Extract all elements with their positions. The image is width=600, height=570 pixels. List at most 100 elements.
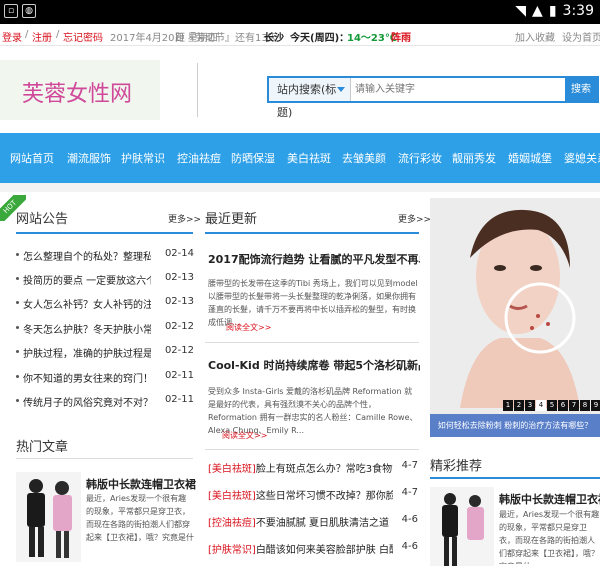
- nav-item-fashion[interactable]: 潮流服饰: [67, 150, 111, 166]
- weather-temp: 14～23℃: [347, 33, 397, 44]
- slider-image: [430, 198, 600, 414]
- read-more-link[interactable]: 阅读全文>>: [222, 430, 267, 441]
- slider-dot[interactable]: 9: [591, 400, 600, 411]
- list-item[interactable]: 女人怎么补钙？女人补钙的注意事 02-13: [16, 294, 194, 312]
- announcements-more-link[interactable]: 更多>>: [168, 212, 201, 225]
- status-bar: ▫ ◍ ◥ ▲ ▮ 3:39: [0, 0, 600, 24]
- news-row[interactable]: [控油祛痘]不要油腻腻 夏日肌肤清洁之道 4-6: [208, 512, 418, 530]
- list-item-date: 02-13: [164, 272, 194, 283]
- article-title[interactable]: Cool-Kid 时尚持续席卷 带起5个洛杉矶新品牌: [208, 357, 420, 373]
- news-category[interactable]: [美白祛斑]: [208, 491, 256, 502]
- search-box: 站内搜索(标题) 搜索: [267, 76, 599, 119]
- list-item[interactable]: 传统月子的风俗究竟对不对？准确 02-11: [16, 392, 194, 410]
- signal-icon: ▲: [532, 3, 543, 19]
- nav-item-family[interactable]: 婆媳关系: [564, 150, 600, 166]
- news-date: 4-7: [401, 487, 418, 498]
- weather-desc: 阵雨: [391, 33, 411, 44]
- main-nav: 网站首页 潮流服饰 护肤常识 控油祛痘 防晒保湿 美白祛斑 去皱美颜 流行彩妆 …: [0, 133, 600, 183]
- search-scope-select[interactable]: 站内搜索(标题): [269, 78, 351, 119]
- weather-label: 今天(周四)：: [290, 33, 350, 44]
- slider-dot[interactable]: 5: [547, 400, 557, 411]
- nav-item-makeup[interactable]: 流行彩妆: [398, 150, 442, 166]
- news-title: 不要油腻腻 夏日肌肤清洁之道: [255, 518, 389, 529]
- slider-dot[interactable]: 3: [525, 400, 535, 411]
- nav-item-acne[interactable]: 控油祛痘: [177, 150, 221, 166]
- search-input[interactable]: [355, 80, 560, 99]
- news-date: 4-6: [401, 514, 418, 525]
- forgot-password-link[interactable]: 忘记密码: [63, 29, 103, 44]
- latest-more-link[interactable]: 更多>>: [398, 212, 431, 225]
- slider-dot[interactable]: 1: [503, 400, 513, 411]
- slider-pagination: 1 2 3 4 5 6 7 8 9: [503, 400, 600, 411]
- battery-icon: ▮: [548, 3, 557, 19]
- latest-title: 最近更新: [205, 212, 258, 227]
- news-category[interactable]: [护肤常识]: [208, 545, 256, 556]
- weather-city: 长沙: [264, 33, 284, 44]
- slider-dot-active[interactable]: 4: [536, 400, 546, 411]
- list-item-date: 02-13: [164, 296, 194, 307]
- slider-caption[interactable]: 如何轻松去除粉刺 粉刺的治疗方法有哪些？: [430, 414, 600, 437]
- news-title: 这些日常坏习惯不改掉？那你脸上的斑: [255, 491, 393, 502]
- slider-dot[interactable]: 7: [569, 400, 579, 411]
- slider-dot[interactable]: 6: [558, 400, 568, 411]
- list-item[interactable]: 护肤过程，准确的护肤过程是什 02-12: [16, 343, 194, 361]
- news-date: 4-6: [401, 541, 418, 552]
- list-item-date: 02-12: [164, 321, 194, 332]
- news-row[interactable]: [美白祛斑]脸上有斑点怎么办？常吃3食物能祛斑 4-7: [208, 458, 418, 476]
- nav-item-skincare[interactable]: 护肤常识: [121, 150, 165, 166]
- holiday-countdown: 距『劳动节』还有13天: [175, 33, 278, 44]
- featured-article-title[interactable]: 韩版中长款连帽卫衣裙*席: [499, 491, 600, 507]
- hot-article-image[interactable]: [16, 472, 81, 562]
- featured-title: 精彩推荐: [430, 459, 483, 474]
- notification-icon: ▫: [4, 4, 18, 18]
- list-item-date: 02-11: [164, 370, 194, 381]
- featured-image[interactable]: [430, 487, 494, 566]
- slider-dot[interactable]: 8: [580, 400, 590, 411]
- news-category[interactable]: [美白祛斑]: [208, 464, 256, 475]
- set-homepage-link[interactable]: 设为首页: [562, 29, 600, 44]
- nav-item-home[interactable]: 网站首页: [10, 150, 54, 166]
- list-item-title: 护肤过程，准确的护肤过程是什: [23, 349, 151, 360]
- news-row[interactable]: [美白祛斑]这些日常坏习惯不改掉？那你脸上的斑 4-7: [208, 485, 418, 503]
- list-item-title: 投简历的要点 一定要放这六个"卖: [23, 276, 151, 287]
- nav-item-marriage[interactable]: 婚姻城堡: [508, 150, 552, 166]
- featured-underline: [430, 477, 600, 479]
- search-button[interactable]: 搜索: [565, 78, 597, 101]
- nav-item-antiwrinkle[interactable]: 去皱美颜: [342, 150, 386, 166]
- nav-item-sunscreen[interactable]: 防晒保湿: [231, 150, 275, 166]
- login-link[interactable]: 登录: [2, 29, 22, 44]
- image-slider[interactable]: 1 2 3 4 5 6 7 8 9 如何轻松去除粉刺 粉刺的治疗方法有哪些？: [430, 198, 600, 437]
- article-divider: [205, 342, 419, 343]
- wifi-icon: ◥: [515, 3, 527, 19]
- list-item[interactable]: 你不知道的男女往来的窍门！ 02-11: [16, 368, 194, 386]
- site-logo[interactable]: 芙蓉女性网: [0, 60, 160, 120]
- latest-underline: [205, 232, 419, 234]
- news-category[interactable]: [控油祛痘]: [208, 518, 256, 529]
- list-item-title: 冬天怎么护肤？冬天护肤小常识: [23, 325, 151, 336]
- list-item[interactable]: 投简历的要点 一定要放这六个"卖 02-13: [16, 270, 194, 288]
- list-item[interactable]: 冬天怎么护肤？冬天护肤小常识 02-12: [16, 319, 194, 337]
- header-divider: [197, 63, 198, 117]
- announcements-title: 网站公告: [16, 212, 69, 227]
- add-favorite-link[interactable]: 加入收藏: [515, 29, 555, 44]
- slider-dot[interactable]: 2: [514, 400, 524, 411]
- article-title[interactable]: 2017配饰流行趋势 让看腻的平凡发型不再单调: [208, 251, 420, 267]
- clock: 3:39: [562, 3, 594, 19]
- hot-article-title[interactable]: 韩版中长款连帽卫衣裙*席: [86, 476, 196, 492]
- news-row[interactable]: [护肤常识]白醋该如何来美容脸部护肤 白醋美容护 4-6: [208, 539, 418, 557]
- nav-item-whitening[interactable]: 美白祛斑: [287, 150, 331, 166]
- hot-articles-title: 热门文章: [16, 440, 69, 455]
- news-title: 脸上有斑点怎么办？常吃3食物能祛斑: [255, 464, 393, 475]
- news-title: 白醋该如何来美容脸部护肤 白醋美容护: [255, 545, 393, 556]
- register-link[interactable]: 注册: [32, 29, 52, 44]
- read-more-link[interactable]: 阅读全文>>: [226, 322, 271, 333]
- list-item-date: 02-12: [164, 345, 194, 356]
- list-item[interactable]: 怎么整理自个的私处？整理私处的 02-14: [16, 246, 194, 264]
- nav-item-hair[interactable]: 靓丽秀发: [452, 150, 496, 166]
- separator: /: [25, 29, 29, 40]
- announcements-underline: [16, 232, 193, 234]
- shield-icon: ◍: [22, 4, 36, 18]
- chevron-down-icon: [337, 87, 345, 92]
- list-item-title: 怎么整理自个的私处？整理私处的: [23, 252, 151, 263]
- list-item-title: 你不知道的男女往来的窍门！: [23, 374, 151, 385]
